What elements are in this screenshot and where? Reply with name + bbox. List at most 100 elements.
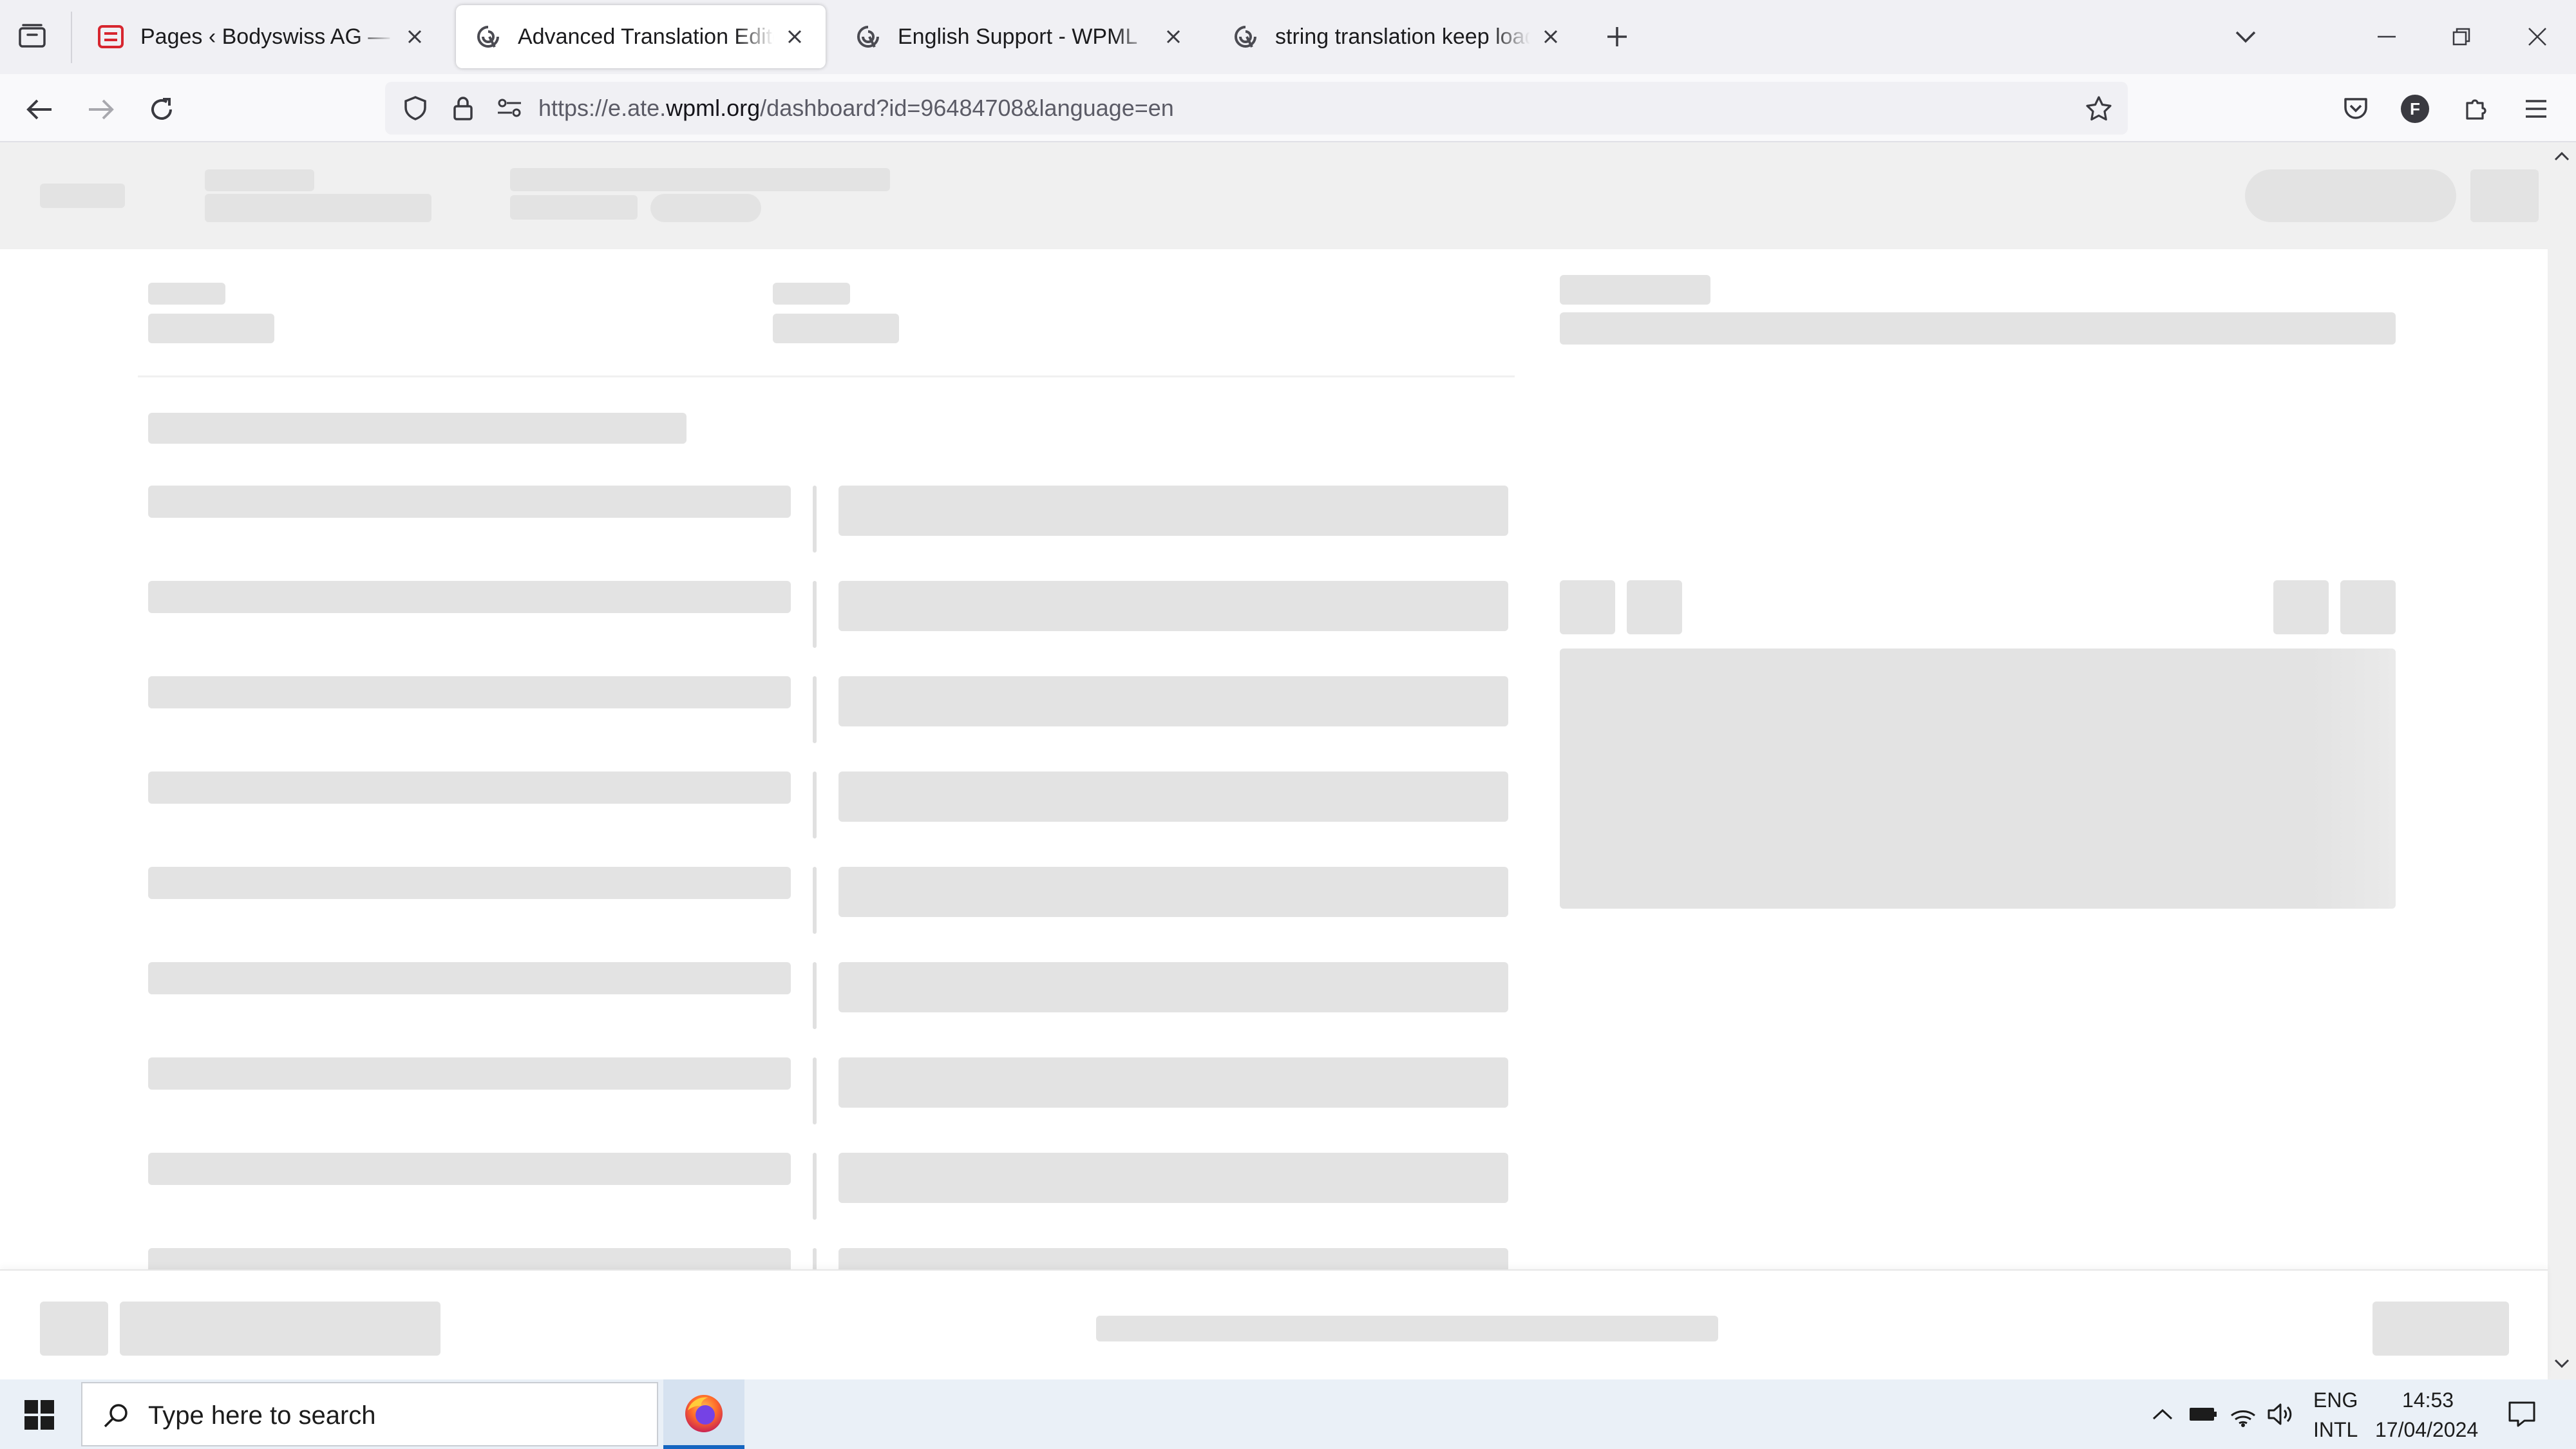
skeleton-footer-icon	[40, 1302, 108, 1356]
skeleton-source-segment	[148, 581, 791, 613]
scroll-down-arrow-icon[interactable]	[2552, 1353, 2572, 1374]
skeleton-target-segment	[838, 676, 1508, 726]
skeleton-target-segment	[838, 1153, 1508, 1203]
site-permissions-icon[interactable]	[493, 92, 526, 124]
keyboard-layout: INTL	[2313, 1418, 2358, 1441]
taskbar-search-box[interactable]: Type here to search	[81, 1382, 658, 1446]
close-tab-icon[interactable]	[402, 24, 428, 50]
new-tab-button[interactable]	[1600, 19, 1634, 54]
skeleton-tool-button	[2340, 580, 2396, 634]
forward-arrow-icon[interactable]	[82, 91, 120, 128]
column-divider	[813, 486, 817, 553]
close-tab-icon[interactable]	[1538, 24, 1564, 50]
bookmark-star-icon[interactable]	[2081, 91, 2116, 126]
skeleton-preview-panel	[1560, 649, 2396, 909]
windows-start-icon[interactable]	[17, 1394, 62, 1436]
clock-date: 17/04/2024	[2375, 1418, 2479, 1441]
column-divider	[813, 676, 817, 743]
lock-icon[interactable]	[447, 92, 479, 124]
list-all-tabs-icon[interactable]	[2228, 19, 2263, 54]
tracking-protection-shield-icon[interactable]	[399, 92, 431, 124]
wpml-icon	[1231, 23, 1260, 51]
firefox-view-icon[interactable]	[14, 18, 50, 54]
page-scrollbar[interactable]	[2548, 142, 2576, 1379]
skeleton-target-segment	[838, 772, 1508, 822]
column-divider	[813, 867, 817, 934]
skeleton-tool-button	[1560, 580, 1615, 634]
tab-title: Advanced Translation Editor - WPML	[518, 24, 774, 49]
tab-separator	[71, 12, 72, 63]
column-divider	[813, 1153, 817, 1220]
tab-advanced-translation-editor[interactable]: Advanced Translation Editor - WPML	[456, 5, 826, 68]
minimize-window-button[interactable]	[2367, 19, 2406, 54]
wordpress-site-icon	[97, 23, 125, 51]
skeleton-target-segment	[838, 1057, 1508, 1108]
browser-navigation-bar: https://e.ate.wpml.org/dashboard?id=9648…	[0, 74, 2576, 142]
tab-string-translation[interactable]: string translation keep loading	[1213, 5, 1582, 68]
firefox-icon	[683, 1392, 725, 1435]
skeleton-source-label	[148, 283, 225, 305]
skeleton-complete-button	[2372, 1302, 2509, 1356]
battery-icon[interactable]	[2186, 1400, 2221, 1428]
pocket-icon[interactable]	[2336, 90, 2375, 128]
skeleton-progress-bar	[1096, 1316, 1718, 1341]
editor-footer-skeleton	[0, 1269, 2548, 1379]
skeleton-source-segment	[148, 962, 791, 994]
account-avatar[interactable]: F	[2397, 91, 2433, 127]
taskbar-app-firefox[interactable]	[663, 1379, 744, 1449]
wpml-icon	[854, 23, 882, 51]
taskbar-search-placeholder: Type here to search	[148, 1401, 376, 1430]
skeleton-source-segment	[148, 772, 791, 804]
wpml-icon	[474, 23, 502, 51]
editor-header-skeleton	[0, 142, 2548, 249]
show-hidden-icons-chevron-icon[interactable]	[2148, 1400, 2177, 1428]
column-divider	[813, 962, 817, 1029]
tab-english-support[interactable]: English Support - WPML	[836, 5, 1204, 68]
column-divider	[813, 772, 817, 838]
search-icon	[100, 1400, 131, 1431]
translation-editor-loading-page	[0, 142, 2548, 1379]
skeleton-header-value	[205, 194, 431, 222]
windows-taskbar: Type here to search ENG INTL 14:53 17/04…	[0, 1379, 2576, 1449]
skeleton-source-segment	[148, 1153, 791, 1185]
column-divider	[813, 1057, 817, 1124]
url-path: /dashboard?id=96484708&language=en	[760, 95, 1174, 121]
scroll-up-arrow-icon[interactable]	[2552, 146, 2572, 167]
volume-speaker-icon[interactable]	[2264, 1399, 2297, 1430]
column-divider	[813, 581, 817, 648]
address-bar[interactable]: https://e.ate.wpml.org/dashboard?id=9648…	[385, 82, 2128, 135]
skeleton-panel-bar	[1560, 312, 2396, 345]
reload-icon[interactable]	[143, 91, 180, 128]
skeleton-header-button	[2245, 169, 2456, 222]
skeleton-target-value	[773, 314, 899, 343]
account-initial: F	[2401, 95, 2429, 123]
notifications-icon[interactable]	[2504, 1397, 2540, 1431]
skeleton-document-badge	[650, 194, 761, 222]
skeleton-header-icon-button	[2470, 169, 2539, 222]
url-text[interactable]: https://e.ate.wpml.org/dashboard?id=9648…	[538, 95, 1174, 122]
close-tab-icon[interactable]	[782, 24, 808, 50]
wifi-icon[interactable]	[2227, 1399, 2259, 1430]
skeleton-source-segment	[148, 486, 791, 518]
back-arrow-icon[interactable]	[21, 91, 58, 128]
tab-title: string translation keep loading	[1275, 24, 1530, 49]
skeleton-header-label	[205, 169, 314, 191]
restore-window-button[interactable]	[2442, 19, 2481, 54]
app-menu-hamburger-icon[interactable]	[2517, 90, 2555, 128]
close-window-button[interactable]	[2518, 19, 2557, 54]
url-host: wpml.org	[666, 95, 761, 121]
clock-time: 14:53	[2402, 1388, 2454, 1412]
browser-tab-strip: Pages ‹ Bodyswiss AG — WordPress Advance…	[0, 0, 2576, 74]
skeleton-target-label	[773, 283, 850, 305]
tab-wordpress-pages[interactable]: Pages ‹ Bodyswiss AG — WordPress	[79, 5, 446, 68]
tab-title: English Support - WPML	[898, 24, 1138, 49]
url-prefix: https://e.ate.	[538, 95, 667, 121]
close-tab-icon[interactable]	[1160, 24, 1186, 50]
extensions-puzzle-icon[interactable]	[2458, 90, 2496, 128]
skeleton-panel-title	[1560, 275, 1710, 305]
skeleton-tool-button	[2273, 580, 2329, 634]
skeleton-target-segment	[838, 867, 1508, 917]
skeleton-tool-button	[1627, 580, 1682, 634]
skeleton-source-segment	[148, 676, 791, 708]
skeleton-target-segment	[838, 962, 1508, 1012]
